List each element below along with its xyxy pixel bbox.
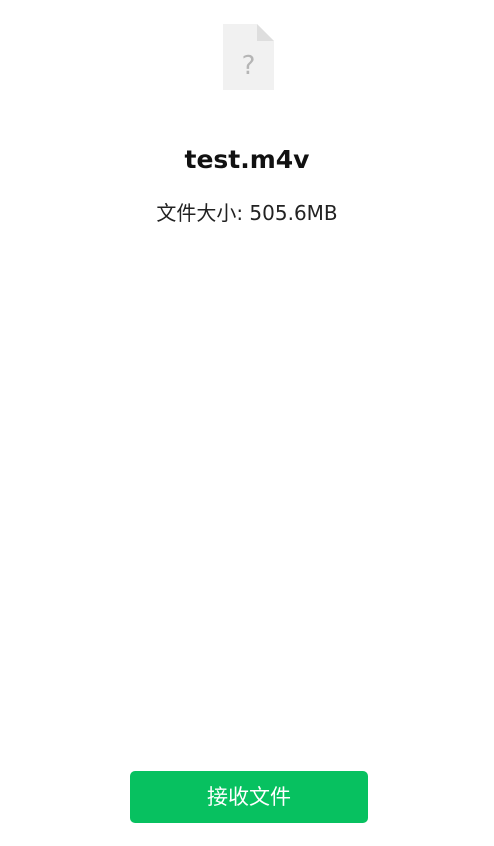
file-size: 文件大小: 505.6MB [156, 201, 338, 225]
question-mark-glyph: ? [242, 51, 256, 81]
file-name: test.m4v [184, 145, 310, 174]
unknown-file-icon: ? [223, 24, 274, 90]
receive-file-button[interactable]: 接收文件 [130, 771, 368, 823]
